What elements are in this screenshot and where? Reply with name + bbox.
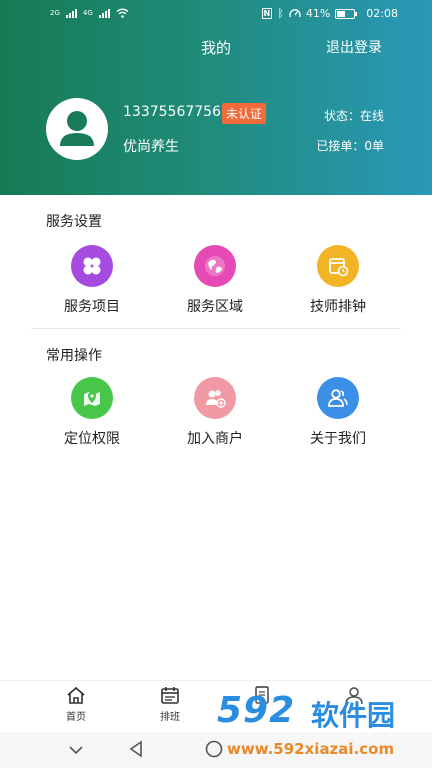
location-permission-label: 定位权限: [64, 431, 120, 447]
globe-icon: [194, 245, 236, 287]
document-icon: [255, 686, 269, 704]
logout-button[interactable]: 退出登录: [326, 37, 382, 57]
common-operations-title: 常用操作: [46, 348, 102, 364]
service-settings-title: 服务设置: [46, 214, 102, 230]
back-triangle-icon[interactable]: [128, 740, 144, 758]
four-petal-icon: [71, 245, 113, 287]
user-icon: [345, 687, 363, 705]
user-phone: 13375567756: [123, 104, 221, 120]
nfc-icon: N: [261, 8, 273, 19]
user-name: 优尚养生: [123, 139, 179, 155]
home-icon: [67, 686, 85, 704]
calendar-clock-icon: [317, 245, 359, 287]
avatar[interactable]: [46, 98, 108, 160]
common-operations-grid: 定位权限 加入商户 关于我们: [0, 377, 432, 457]
profile-header: 2G 4G N ᛒ 41% 02:08 我的 退出登录 13375567756 …: [0, 0, 432, 195]
service-settings-grid: 服务项目 服务区域 技师排钟: [0, 245, 432, 325]
signal-icon: [65, 8, 77, 18]
technician-schedule-button[interactable]: 技师排钟: [278, 245, 398, 316]
service-items-label: 服务项目: [64, 299, 120, 315]
service-area-button[interactable]: 服务区域: [155, 245, 275, 316]
speed-icon: [289, 9, 301, 18]
bottom-tab-bar: 首页 排班: [0, 680, 432, 732]
tab-home-label: 首页: [66, 712, 86, 723]
user-avatar-icon: [60, 111, 94, 146]
section-divider: [31, 328, 401, 329]
location-permission-button[interactable]: 定位权限: [32, 377, 152, 448]
calendar-icon: [161, 687, 179, 704]
bluetooth-icon: ᛒ: [277, 7, 284, 20]
tab-profile[interactable]: [324, 686, 384, 708]
tab-schedule[interactable]: 排班: [140, 686, 200, 723]
wifi-icon: [116, 8, 129, 18]
chevron-down-icon[interactable]: [68, 744, 84, 756]
network-4g-label: 4G: [82, 9, 93, 17]
signal-icon-2: [98, 8, 110, 18]
technician-schedule-label: 技师排钟: [310, 299, 366, 315]
tab-orders[interactable]: [232, 686, 292, 708]
online-status: 状态：在线: [323, 109, 384, 123]
system-nav-bar: [0, 732, 432, 768]
service-items-button[interactable]: 服务项目: [32, 245, 152, 316]
clock: 02:08: [366, 7, 398, 20]
network-2g-label: 2G: [50, 9, 60, 17]
orders-count: 已接单：0单: [316, 139, 384, 153]
status-bar: 2G 4G N ᛒ 41% 02:08: [0, 0, 432, 28]
battery-icon: [335, 8, 358, 19]
users-icon: [317, 377, 359, 419]
battery-percent: 41%: [305, 7, 331, 20]
about-us-label: 关于我们: [310, 431, 366, 447]
about-us-button[interactable]: 关于我们: [278, 377, 398, 448]
status-bar-right: N ᛒ 41% 02:08: [261, 7, 398, 20]
map-pin-icon: [71, 377, 113, 419]
status-bar-left: 2G 4G: [50, 8, 129, 18]
home-circle-icon[interactable]: [205, 740, 223, 758]
tab-home[interactable]: 首页: [46, 686, 106, 723]
join-merchant-button[interactable]: 加入商户: [155, 377, 275, 448]
users-add-icon: [194, 377, 236, 419]
tab-schedule-label: 排班: [160, 712, 180, 723]
verification-badge[interactable]: 未认证: [222, 103, 267, 124]
service-area-label: 服务区域: [187, 299, 243, 315]
join-merchant-label: 加入商户: [187, 431, 243, 447]
